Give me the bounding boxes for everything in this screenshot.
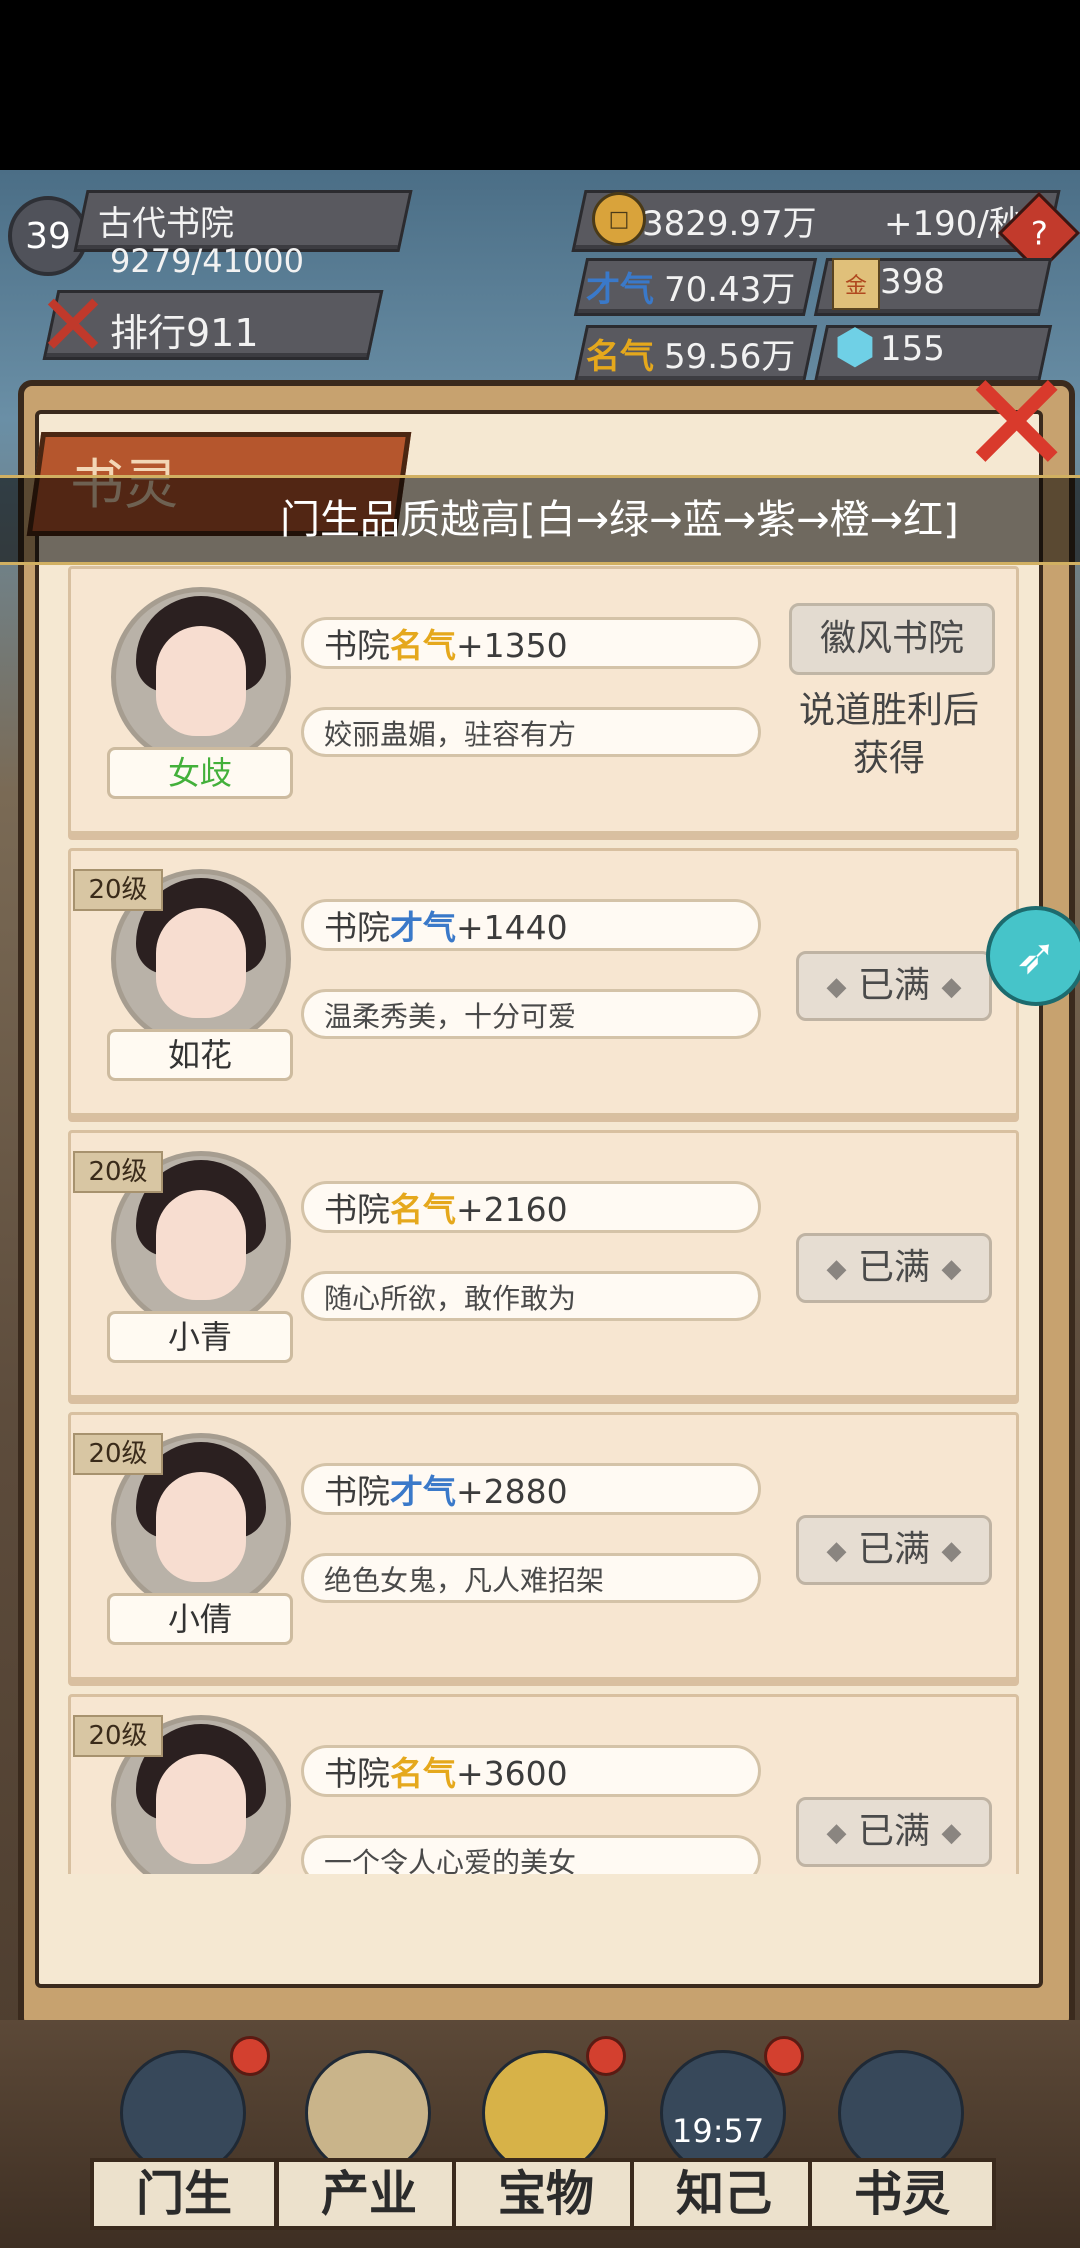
notification-dot <box>764 2036 804 2076</box>
crossed-brushes-icon: ✕ <box>36 276 110 376</box>
character-desc: 绝色女鬼，凡人难招架 <box>301 1553 761 1603</box>
character-desc: 温柔秀美，十分可爱 <box>301 989 761 1039</box>
notice-banner: 门生品质越高[白→绿→蓝→紫→橙→红] <box>0 475 1080 565</box>
notification-dot <box>230 2036 270 2076</box>
talent-value: 70.43万 <box>664 270 796 310</box>
gem-icon: ⬢ <box>834 319 876 375</box>
source-academy-button[interactable]: 徽风书院 <box>789 603 995 675</box>
ticket-icon: 金 <box>832 258 880 310</box>
nav-label: 书灵 <box>808 2158 996 2230</box>
talent-label: 才气 <box>586 270 654 310</box>
fame-label: 名气 <box>586 337 654 377</box>
level-tag: 20级 <box>73 1715 163 1757</box>
level-tag: 20级 <box>73 1433 163 1475</box>
stat-bonus: 书院名气+3600 <box>301 1745 761 1797</box>
coin-value: 3829.97万 <box>642 204 817 244</box>
rank-text: 排行911 <box>110 311 259 355</box>
character-name: 女歧 <box>107 747 293 799</box>
nav-item-spirits[interactable]: 书灵 <box>808 2040 996 2230</box>
character-desc: 随心所欲，敢作敢为 <box>301 1271 761 1321</box>
nav-label: 宝物 <box>452 2158 640 2230</box>
level-tag: 20级 <box>73 1151 163 1193</box>
close-icon[interactable]: ✕ <box>958 355 1075 495</box>
full-button[interactable]: ◆ 已满 ◆ <box>796 951 992 1021</box>
coin-icon: □ <box>592 192 646 246</box>
nav-item-industry[interactable]: 产业 <box>275 2040 463 2230</box>
ticket-value: 398 <box>880 262 945 302</box>
stat-bonus: 书院名气+1350 <box>301 617 761 669</box>
full-button[interactable]: ◆ 已满 ◆ <box>796 1233 992 1303</box>
clock-text: 19:57 <box>672 2112 765 2150</box>
exp-text: 9279/41000 <box>110 242 305 280</box>
notification-dot <box>586 2036 626 2076</box>
nav-label: 门生 <box>90 2158 278 2230</box>
character-name: 小青 <box>107 1311 293 1363</box>
rocket-icon[interactable]: ➶ <box>986 906 1080 1006</box>
notice-text: 门生品质越高[白→绿→蓝→紫→橙→红] <box>280 497 959 543</box>
level-tag: 20级 <box>73 869 163 911</box>
list-item[interactable]: 20级 如花 书院才气+1440 温柔秀美，十分可爱 ◆ 已满 ◆ <box>68 848 1019 1116</box>
full-button[interactable]: ◆ 已满 ◆ <box>796 1797 992 1867</box>
list-item[interactable]: 20级 小倩 书院才气+2880 绝色女鬼，凡人难招架 ◆ 已满 ◆ <box>68 1412 1019 1680</box>
stat-bonus: 书院才气+1440 <box>301 899 761 951</box>
spirit-list[interactable]: 女歧 书院名气+1350 姣丽蛊媚，驻容有方 徽风书院 说道胜利后获得 20级 … <box>60 560 1020 1874</box>
full-button[interactable]: ◆ 已满 ◆ <box>796 1515 992 1585</box>
academy-name: 古代书院 <box>98 204 234 244</box>
character-desc: 一个令人心爱的美女 <box>301 1835 761 1874</box>
avatar <box>111 587 291 767</box>
nav-label: 知己 <box>630 2158 818 2230</box>
stat-bonus: 书院名气+2160 <box>301 1181 761 1233</box>
list-item[interactable]: 女歧 书院名气+1350 姣丽蛊媚，驻容有方 徽风书院 说道胜利后获得 <box>68 566 1019 834</box>
obtain-condition: 说道胜利后获得 <box>798 690 979 779</box>
character-name: 如花 <box>107 1029 293 1081</box>
character-desc: 姣丽蛊媚，驻容有方 <box>301 707 761 757</box>
fame-value: 59.56万 <box>664 337 796 377</box>
nav-label: 产业 <box>275 2158 463 2230</box>
gem-value: 155 <box>880 329 945 369</box>
stat-bonus: 书院才气+2880 <box>301 1463 761 1515</box>
character-name: 小倩 <box>107 1593 293 1645</box>
list-item[interactable]: 20级 小青 书院名气+2160 随心所欲，敢作敢为 ◆ 已满 ◆ <box>68 1130 1019 1398</box>
list-item[interactable]: 20级 书院名气+3600 一个令人心爱的美女 ◆ 已满 ◆ <box>68 1694 1019 1874</box>
